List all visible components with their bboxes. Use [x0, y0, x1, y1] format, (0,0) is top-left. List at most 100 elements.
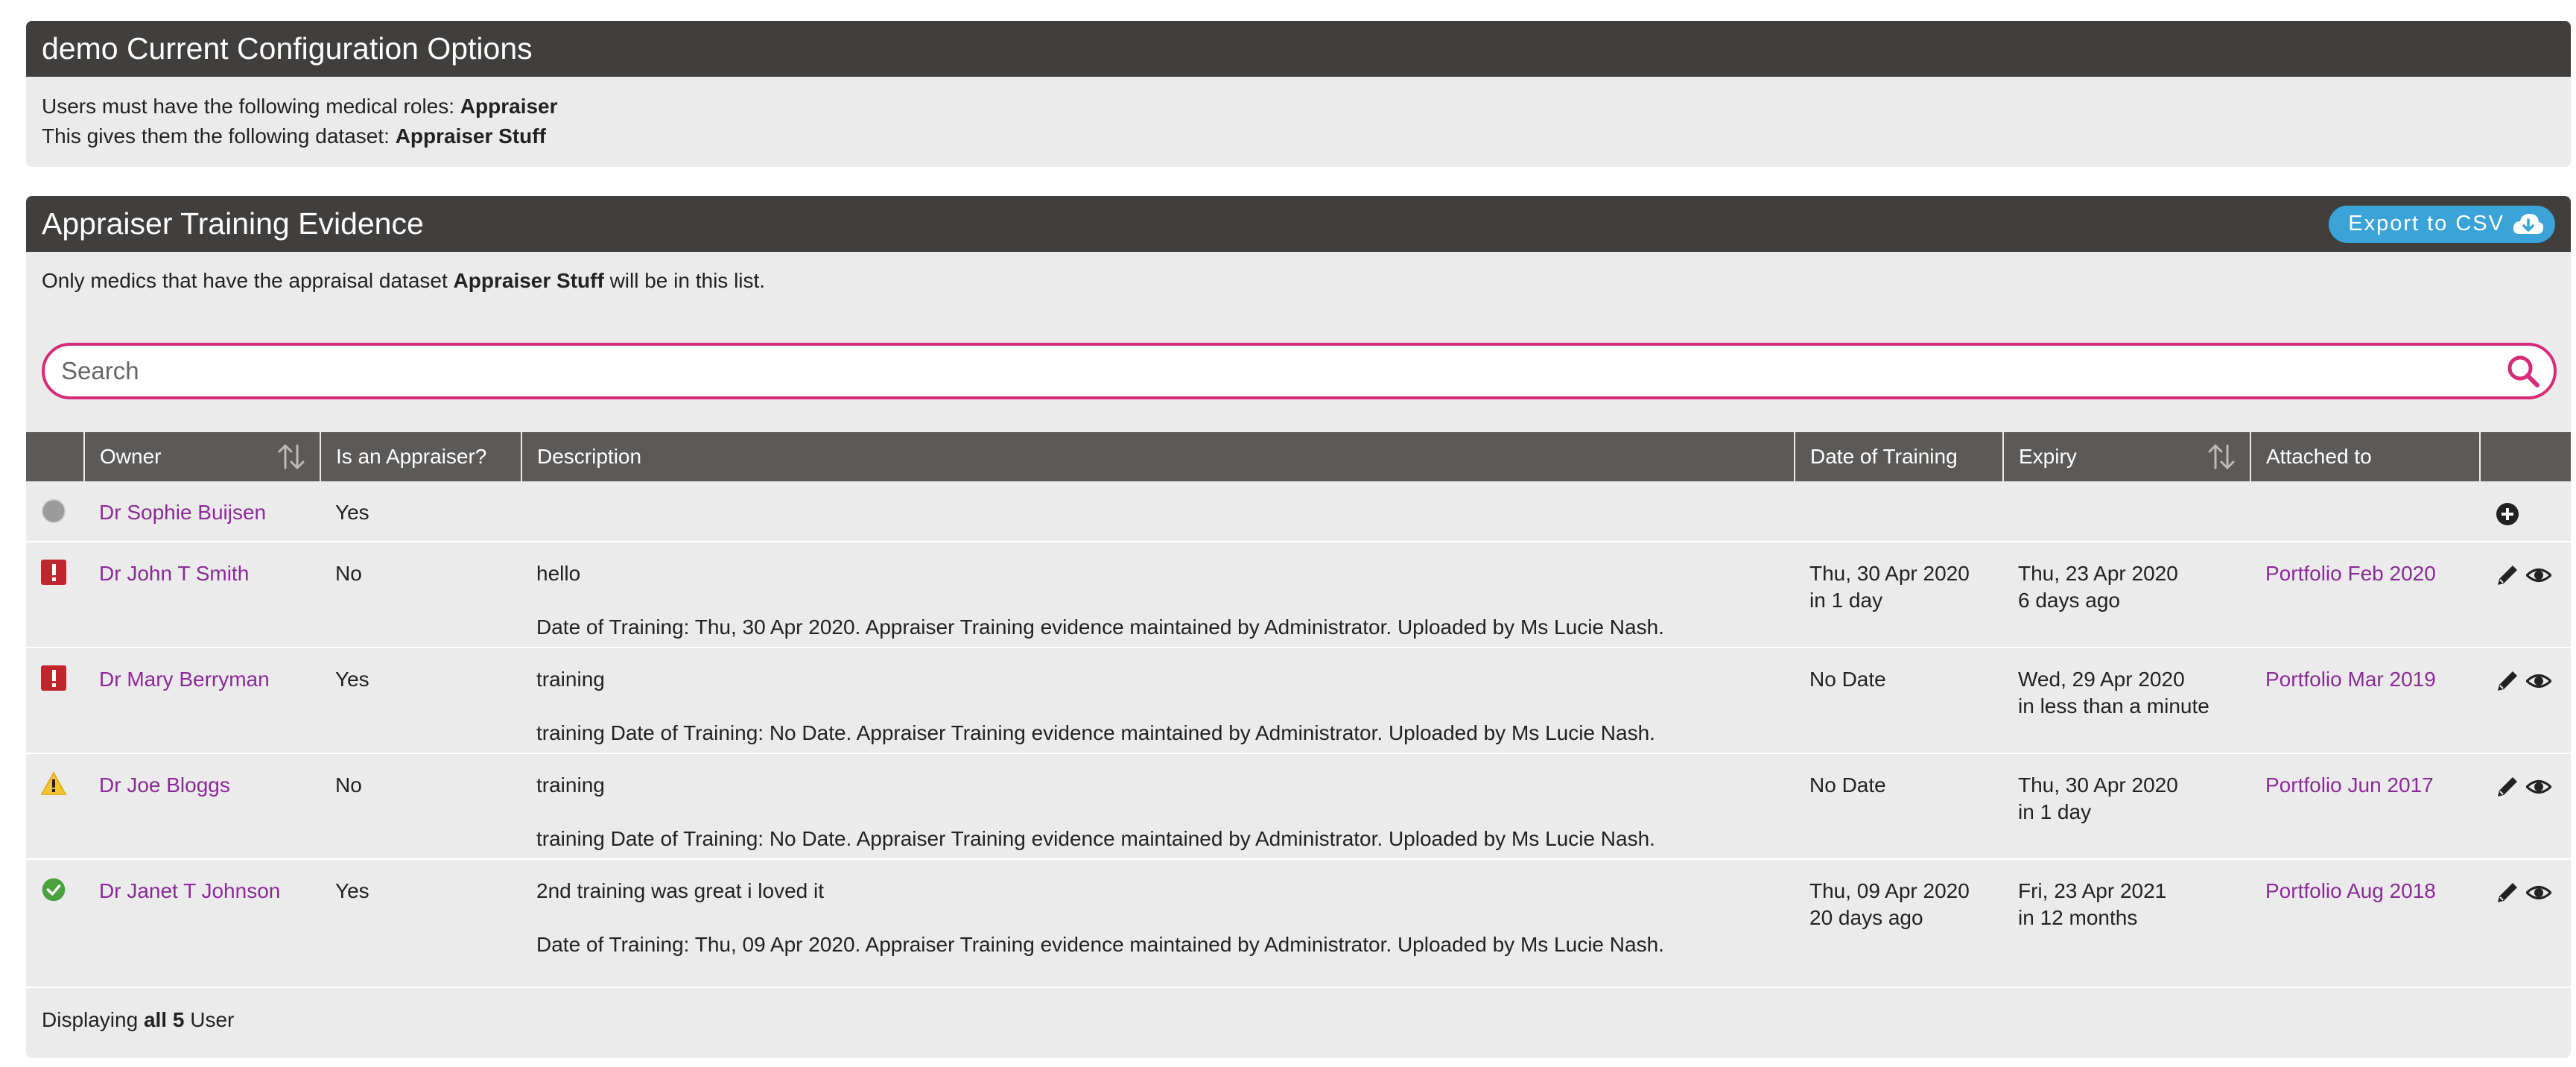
intro-prefix: Only medics that have the appraisal data… — [42, 269, 454, 292]
training-date: Thu, 09 Apr 2020 — [1809, 879, 1970, 902]
description-detail: Date of Training: Thu, 30 Apr 2020. Appr… — [536, 615, 1664, 639]
search-box — [42, 343, 2557, 399]
description-title: training — [536, 773, 605, 797]
evidence-title: Appraiser Training Evidence — [42, 206, 424, 241]
expiry-date: Fri, 23 Apr 2021 — [2018, 879, 2167, 902]
dataset-value: Appraiser Stuff — [395, 124, 546, 148]
date-cell: Thu, 30 Apr 2020 in 1 day — [1795, 542, 2003, 648]
training-date: Thu, 30 Apr 2020 — [1809, 562, 1970, 585]
training-date-relative: in 1 day — [1809, 589, 1883, 612]
evidence-table: Owner Is an Appraiser? Description Date … — [26, 432, 2571, 988]
date-cell: No Date — [1795, 648, 2003, 753]
date-column-header: Date of Training — [1795, 432, 2004, 481]
description-detail: training Date of Training: No Date. Appr… — [536, 827, 1655, 850]
description-title: 2nd training was great i loved it — [536, 879, 824, 902]
expiry-relative: in less than a minute — [2018, 694, 2209, 718]
owner-link[interactable]: Dr Mary Berryman — [99, 668, 270, 691]
error-icon — [41, 665, 66, 691]
intro-dataset: Appraiser Stuff — [453, 269, 604, 292]
owner-link[interactable]: Dr John T Smith — [99, 562, 249, 585]
add-icon[interactable] — [2495, 501, 2520, 527]
training-date: No Date — [1809, 668, 1886, 691]
attached-column-header: Attached to — [2250, 432, 2481, 481]
description-title: training — [536, 668, 605, 691]
eye-icon[interactable] — [2525, 668, 2551, 694]
description-detail: training Date of Training: No Date. Appr… — [536, 721, 1655, 744]
expiry-date: Wed, 29 Apr 2020 — [2018, 668, 2185, 691]
table-row: Dr Joe Bloggs No training training Date … — [26, 753, 2571, 859]
dataset-label: This gives them the following dataset: — [42, 124, 396, 148]
intro-suffix: will be in this list. — [603, 269, 766, 292]
appraiser-column-header: Is an Appraiser? — [320, 432, 522, 481]
pencil-icon[interactable] — [2495, 880, 2520, 905]
attached-link[interactable]: Portfolio Mar 2019 — [2265, 668, 2436, 691]
table-row: Dr Janet T Johnson Yes 2nd training was … — [26, 859, 2571, 987]
eye-icon[interactable] — [2525, 774, 2551, 800]
results-suffix: User — [184, 1008, 235, 1031]
attached-link[interactable]: Portfolio Aug 2018 — [2265, 879, 2436, 902]
sort-icon[interactable] — [276, 443, 306, 471]
description-column-header: Description — [521, 432, 1795, 481]
check-circle-icon — [42, 878, 66, 901]
actions-column-header — [2480, 432, 2571, 481]
owner-column-header[interactable]: Owner — [84, 432, 321, 481]
expiry-relative: in 1 day — [2018, 800, 2092, 823]
status-column-header — [26, 432, 85, 481]
export-csv-button[interactable]: Export to CSV — [2329, 205, 2555, 243]
owner-link[interactable]: Dr Joe Bloggs — [99, 773, 230, 797]
search-input[interactable] — [45, 348, 2506, 394]
results-prefix: Displaying — [42, 1008, 144, 1031]
expiry-cell: Fri, 23 Apr 2021 in 12 months — [2003, 859, 2250, 987]
results-count: Displaying all 5 User — [42, 1008, 234, 1032]
grey-circle-icon — [41, 498, 66, 523]
date-cell: No Date — [1795, 753, 2003, 859]
table-row: Dr Sophie Buijsen Yes — [26, 481, 2571, 542]
expiry-date: Thu, 23 Apr 2020 — [2018, 562, 2178, 585]
pencil-icon[interactable] — [2495, 668, 2520, 694]
appraiser-cell: No — [335, 773, 362, 797]
table-row: Dr Mary Berryman Yes training training D… — [26, 648, 2571, 753]
description-cell: 2nd training was great i loved it Date o… — [521, 859, 1795, 987]
training-date-relative: 20 days ago — [1809, 906, 1923, 929]
owner-header-label: Owner — [100, 445, 162, 468]
warning-icon — [41, 771, 66, 795]
roles-value: Appraiser — [460, 95, 558, 118]
training-date: No Date — [1809, 773, 1886, 797]
evidence-panel: Appraiser Training Evidence Export to CS… — [26, 196, 2571, 1058]
pencil-icon[interactable] — [2495, 563, 2520, 588]
table-row: Dr John T Smith No hello Date of Trainin… — [26, 542, 2571, 648]
expiry-column-header[interactable]: Expiry — [2003, 432, 2251, 481]
config-title: demo Current Configuration Options — [26, 21, 2571, 77]
results-value: all 5 — [143, 1008, 185, 1031]
table-header-row: Owner Is an Appraiser? Description Date … — [26, 432, 2571, 481]
attached-cell — [2250, 481, 2480, 542]
description-cell: hello Date of Training: Thu, 30 Apr 2020… — [521, 542, 1795, 648]
eye-icon[interactable] — [2525, 563, 2551, 588]
owner-link[interactable]: Dr Janet T Johnson — [99, 879, 280, 902]
error-icon — [41, 559, 66, 585]
eye-icon[interactable] — [2525, 880, 2551, 905]
expiry-date: Thu, 30 Apr 2020 — [2018, 773, 2178, 797]
description-cell — [521, 481, 1795, 542]
config-panel: demo Current Configuration Options Users… — [26, 21, 2571, 167]
intro-text: Only medics that have the appraisal data… — [42, 269, 765, 293]
search-icon[interactable] — [2506, 354, 2540, 388]
sort-icon[interactable] — [2207, 443, 2236, 471]
expiry-cell: Thu, 30 Apr 2020 in 1 day — [2003, 753, 2250, 859]
appraiser-cell: No — [335, 562, 362, 585]
attached-link[interactable]: Portfolio Jun 2017 — [2265, 773, 2434, 797]
date-cell: Thu, 09 Apr 2020 20 days ago — [1795, 859, 2003, 987]
date-cell — [1795, 481, 2003, 542]
owner-link[interactable]: Dr Sophie Buijsen — [99, 501, 266, 524]
description-detail: Date of Training: Thu, 09 Apr 2020. Appr… — [536, 933, 1664, 956]
description-title: hello — [536, 562, 581, 585]
appraiser-cell: Yes — [335, 501, 369, 524]
attached-link[interactable]: Portfolio Feb 2020 — [2265, 562, 2436, 585]
pencil-icon[interactable] — [2495, 774, 2520, 800]
appraiser-cell: Yes — [335, 879, 369, 902]
export-csv-label: Export to CSV — [2348, 212, 2504, 235]
roles-label: Users must have the following medical ro… — [42, 95, 460, 118]
description-cell: training training Date of Training: No D… — [521, 648, 1795, 753]
expiry-cell: Wed, 29 Apr 2020 in less than a minute — [2003, 648, 2250, 753]
expiry-relative: 6 days ago — [2018, 589, 2120, 612]
